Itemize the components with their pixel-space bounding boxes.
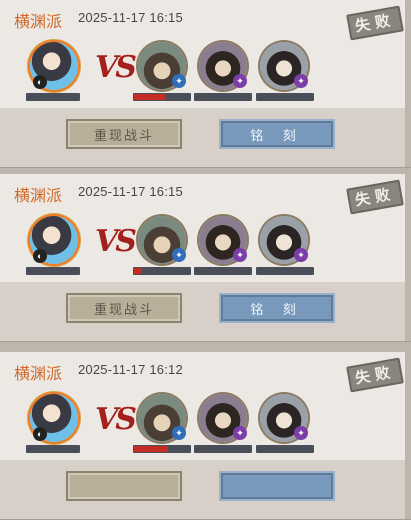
versus-label: VS xyxy=(95,402,137,437)
opponent-sect-name: 横渊派 xyxy=(14,14,63,31)
enemy-hp-bar xyxy=(194,267,252,275)
enemy-avatar: ✦ xyxy=(260,216,308,264)
purple-element-icon: ✦ xyxy=(233,74,247,88)
engrave-button[interactable] xyxy=(219,471,335,501)
enemy-avatar: ✦ xyxy=(199,42,247,90)
card-actions-area xyxy=(0,108,411,167)
hp-fill xyxy=(134,446,168,452)
player-hp-bar xyxy=(26,93,80,101)
enemy-hp-bar xyxy=(256,93,314,101)
enemy-hp-bar xyxy=(256,445,314,453)
player-avatar: ◐ xyxy=(30,394,78,442)
enemy-hp-bar xyxy=(194,445,252,453)
battle-datetime: 2025-11-17 16:15 xyxy=(78,184,183,199)
hp-fill xyxy=(134,94,165,100)
replay-battle-button[interactable]: 重现战斗 xyxy=(66,293,182,323)
battle-record-card: 横渊派 2025-11-17 16:15 失败 ◐ VS ✦ ✦ ✦ 重现战斗 … xyxy=(0,174,411,342)
enemy-avatar: ✦ xyxy=(260,42,308,90)
purple-element-icon: ✦ xyxy=(233,248,247,262)
enemy-avatar: ✦ xyxy=(138,42,186,90)
purple-element-icon: ✦ xyxy=(294,74,308,88)
purple-element-icon: ✦ xyxy=(294,426,308,440)
dark-element-icon: ◐ xyxy=(33,75,47,89)
water-element-icon: ✦ xyxy=(172,426,186,440)
battle-datetime: 2025-11-17 16:15 xyxy=(78,10,183,25)
water-element-icon: ✦ xyxy=(172,248,186,262)
engrave-button[interactable]: 铭 刻 xyxy=(219,119,335,149)
dark-element-icon: ◐ xyxy=(33,249,47,263)
enemy-avatar: ✦ xyxy=(260,394,308,442)
player-hp-bar xyxy=(26,267,80,275)
engrave-button[interactable]: 铭 刻 xyxy=(219,293,335,323)
card-actions-area xyxy=(0,460,411,519)
dark-element-icon: ◐ xyxy=(33,427,47,441)
opponent-sect-name: 横渊派 xyxy=(14,188,63,205)
opponent-sect-name: 横渊派 xyxy=(14,366,63,383)
enemy-hp-bar xyxy=(256,267,314,275)
enemy-avatar: ✦ xyxy=(138,216,186,264)
card-actions-area xyxy=(0,282,411,341)
enemy-avatar: ✦ xyxy=(138,394,186,442)
hp-fill xyxy=(134,268,142,274)
player-hp-bar xyxy=(26,445,80,453)
replay-battle-button[interactable] xyxy=(66,471,182,501)
water-element-icon: ✦ xyxy=(172,74,186,88)
player-avatar: ◐ xyxy=(30,216,78,264)
replay-battle-button[interactable]: 重现战斗 xyxy=(66,119,182,149)
battle-record-card: 横渊派 2025-11-17 16:15 失败 ◐ VS ✦ ✦ ✦ 重现战斗 … xyxy=(0,0,411,168)
enemy-hp-bar xyxy=(133,93,191,101)
battle-record-card: 横渊派 2025-11-17 16:12 失败 ◐ VS ✦ ✦ ✦ xyxy=(0,352,411,520)
enemy-avatar: ✦ xyxy=(199,216,247,264)
player-avatar: ◐ xyxy=(30,42,78,90)
versus-label: VS xyxy=(95,224,137,259)
enemy-hp-bar xyxy=(194,93,252,101)
enemy-hp-bar xyxy=(133,267,191,275)
enemy-avatar: ✦ xyxy=(199,394,247,442)
purple-element-icon: ✦ xyxy=(233,426,247,440)
battle-datetime: 2025-11-17 16:12 xyxy=(78,362,183,377)
enemy-hp-bar xyxy=(133,445,191,453)
purple-element-icon: ✦ xyxy=(294,248,308,262)
versus-label: VS xyxy=(95,50,137,85)
